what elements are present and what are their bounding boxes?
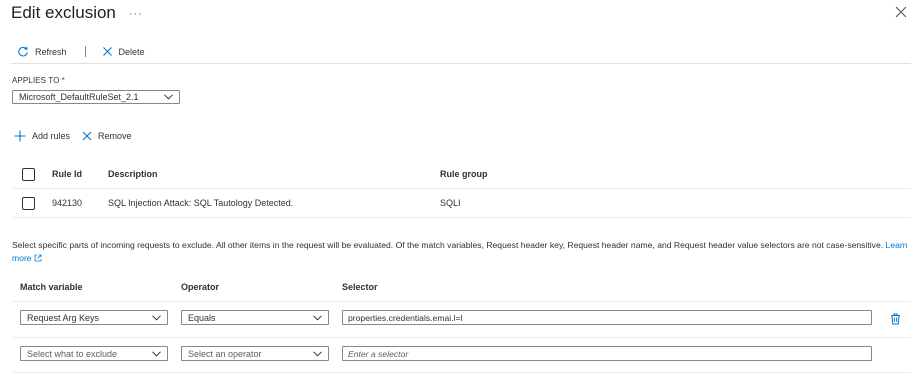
- row-divider: [12, 372, 911, 373]
- add-rules-label: Add rules: [32, 131, 71, 141]
- column-header-selector: Selector: [342, 282, 378, 292]
- row-divider: [12, 337, 911, 338]
- refresh-button[interactable]: Refresh: [11, 42, 73, 62]
- match-variable-value: Request Arg Keys: [27, 312, 100, 323]
- exclusion-info-text: Select specific parts of incoming reques…: [12, 239, 912, 264]
- operator-value: Equals: [188, 312, 216, 323]
- select-all-cell: [22, 160, 35, 188]
- table-row[interactable]: 942130 SQL Injection Attack: SQL Tautolo…: [12, 189, 911, 218]
- applies-to-dropdown[interactable]: Microsoft_DefaultRuleSet_2.1: [12, 90, 180, 104]
- refresh-icon: [18, 46, 28, 56]
- chevron-down-icon: [152, 314, 161, 321]
- match-variable-placeholder: Select what to exclude: [27, 348, 118, 359]
- new-selector-input[interactable]: [342, 346, 872, 361]
- rules-command-bar: Add rules Remove: [14, 130, 132, 142]
- column-header-operator: Operator: [181, 282, 220, 292]
- rule-id-cell: 942130: [52, 198, 83, 208]
- applies-to-value: Microsoft_DefaultRuleSet_2.1: [19, 92, 139, 102]
- exclusions-table-header: Match variable Operator Selector: [12, 272, 911, 302]
- remove-button[interactable]: Remove: [82, 131, 132, 141]
- chevron-down-icon: [313, 350, 322, 357]
- toolbar-divider: [84, 46, 86, 57]
- blade-header: Edit exclusion ···: [11, 0, 143, 26]
- rules-table: Rule Id Description Rule group 942130 SQ…: [12, 160, 911, 218]
- operator-placeholder: Select an operator: [188, 348, 262, 359]
- close-icon[interactable]: [894, 5, 908, 19]
- column-header-match-variable: Match variable: [20, 282, 83, 292]
- column-header-description[interactable]: Description: [108, 160, 158, 188]
- row-select-cell: [22, 189, 35, 217]
- delete-button[interactable]: Delete: [96, 42, 151, 62]
- column-header-rule-id[interactable]: Rule Id: [52, 160, 82, 188]
- refresh-label: Refresh: [35, 46, 67, 57]
- rule-group-cell: SQLI: [440, 198, 461, 208]
- applies-to-text: APPLIES TO: [12, 76, 60, 85]
- command-bar: Refresh Delete: [11, 40, 911, 64]
- new-operator-dropdown[interactable]: Select an operator: [181, 346, 329, 361]
- select-all-checkbox[interactable]: [22, 167, 35, 181]
- add-rules-button[interactable]: Add rules: [14, 130, 70, 142]
- info-text: Select specific parts of incoming reques…: [12, 240, 884, 250]
- rules-table-header: Rule Id Description Rule group: [12, 160, 911, 189]
- operator-dropdown[interactable]: Equals: [181, 310, 329, 325]
- description-cell: SQL Injection Attack: SQL Tautology Dete…: [108, 198, 294, 208]
- chevron-down-icon: [152, 350, 161, 357]
- column-header-rule-group[interactable]: Rule group: [440, 160, 488, 188]
- remove-label: Remove: [98, 131, 132, 141]
- required-mark: *: [61, 76, 65, 85]
- row-checkbox[interactable]: [22, 196, 35, 210]
- more-actions-button[interactable]: ···: [129, 8, 143, 20]
- chevron-down-icon: [313, 314, 322, 321]
- remove-icon: [82, 131, 92, 141]
- delete-label: Delete: [118, 46, 145, 57]
- chevron-down-icon: [164, 94, 173, 100]
- selector-input[interactable]: [342, 310, 872, 325]
- external-link-icon: [34, 254, 41, 261]
- match-variable-dropdown[interactable]: Request Arg Keys: [20, 310, 168, 325]
- add-icon: [14, 130, 26, 142]
- applies-to-label: APPLIES TO *: [12, 76, 65, 85]
- delete-icon: [102, 47, 112, 56]
- trash-icon[interactable]: [890, 313, 901, 325]
- page-title: Edit exclusion: [11, 3, 116, 22]
- new-match-variable-dropdown[interactable]: Select what to exclude: [20, 346, 168, 361]
